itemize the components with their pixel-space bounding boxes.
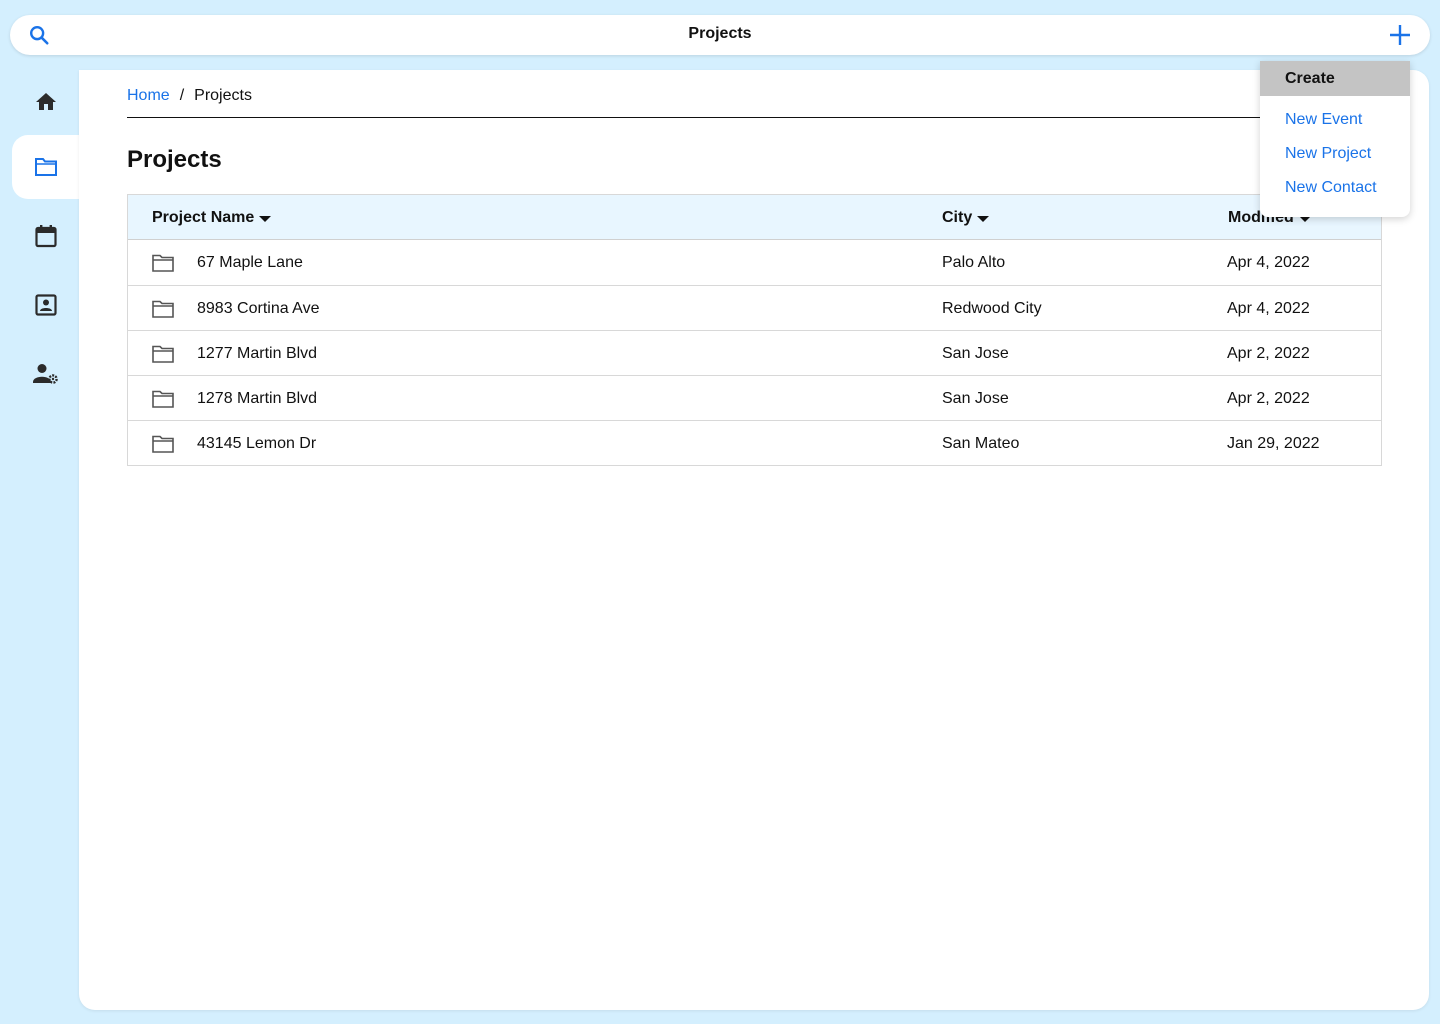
sort-caret-icon [259, 216, 272, 222]
folder-icon [152, 390, 174, 408]
create-menu-header: Create [1260, 61, 1410, 96]
nav-item-home[interactable] [12, 70, 79, 134]
top-bar: Projects [10, 15, 1430, 55]
breadcrumb-separator: / [179, 87, 185, 104]
column-header-label: Project Name [152, 209, 255, 226]
city-cell: San Mateo [942, 435, 1020, 452]
folder-icon [152, 435, 174, 453]
modified-cell: Apr 4, 2022 [1227, 254, 1310, 271]
nav-item-contacts[interactable] [12, 273, 79, 337]
city-cell: San Jose [942, 345, 1009, 362]
folder-icon [152, 254, 174, 272]
project-name-cell: 1277 Martin Blvd [197, 345, 318, 362]
table-row[interactable]: 1277 Martin Blvd San Jose Apr 2, 2022 [128, 330, 1381, 375]
modified-cell: Apr 2, 2022 [1227, 390, 1310, 407]
modified-cell: Jan 29, 2022 [1227, 435, 1320, 452]
page-header-title: Projects [688, 25, 752, 42]
column-header-city[interactable]: City [942, 209, 990, 227]
projects-table: Project Name City Modified 67 Maple Lane… [127, 194, 1382, 466]
main-panel: Home / Projects Projects Project Name Ci… [79, 70, 1429, 1010]
nav-item-calendar[interactable] [12, 204, 79, 268]
home-icon [33, 89, 59, 115]
breadcrumb-divider [127, 117, 1381, 118]
breadcrumb: Home / Projects [127, 87, 252, 105]
city-cell: Redwood City [942, 300, 1042, 317]
city-cell: San Jose [942, 390, 1009, 407]
breadcrumb-home-link[interactable]: Home [127, 87, 170, 105]
create-menu: Create New Event New Project New Contact [1260, 61, 1410, 217]
menu-item-new-contact[interactable]: New Contact [1285, 179, 1377, 197]
modified-cell: Apr 2, 2022 [1227, 345, 1310, 362]
project-name-cell: 8983 Cortina Ave [197, 300, 320, 317]
table-row[interactable]: 43145 Lemon Dr San Mateo Jan 29, 2022 [128, 420, 1381, 465]
table-row[interactable]: 1278 Martin Blvd San Jose Apr 2, 2022 [128, 375, 1381, 420]
create-plus-icon[interactable] [1388, 23, 1412, 47]
column-header-project-name[interactable]: Project Name [152, 209, 272, 227]
contact-card-icon [33, 292, 59, 318]
city-cell: Palo Alto [942, 254, 1006, 271]
project-name-cell: 67 Maple Lane [197, 254, 303, 271]
table-row[interactable]: 67 Maple Lane Palo Alto Apr 4, 2022 [128, 240, 1381, 285]
column-header-label: City [942, 209, 973, 226]
folder-icon [152, 345, 174, 363]
table-body: 67 Maple Lane Palo Alto Apr 4, 2022 8983… [128, 240, 1381, 465]
project-name-cell: 43145 Lemon Dr [197, 435, 317, 452]
page-title: Projects [127, 146, 222, 173]
nav-item-user-settings[interactable] [12, 342, 79, 406]
menu-item-new-event[interactable]: New Event [1285, 111, 1362, 129]
modified-cell: Apr 4, 2022 [1227, 300, 1310, 317]
table-row[interactable]: 8983 Cortina Ave Redwood City Apr 4, 202… [128, 285, 1381, 330]
sort-caret-icon [977, 216, 990, 222]
menu-item-new-project[interactable]: New Project [1285, 145, 1371, 163]
folder-icon [152, 300, 174, 318]
folder-icon [33, 154, 59, 180]
breadcrumb-current: Projects [194, 87, 252, 104]
nav-item-projects[interactable] [12, 135, 79, 199]
calendar-icon [33, 223, 59, 249]
table-header: Project Name City Modified [128, 195, 1381, 240]
project-name-cell: 1278 Martin Blvd [197, 390, 318, 407]
user-settings-icon [32, 361, 59, 387]
